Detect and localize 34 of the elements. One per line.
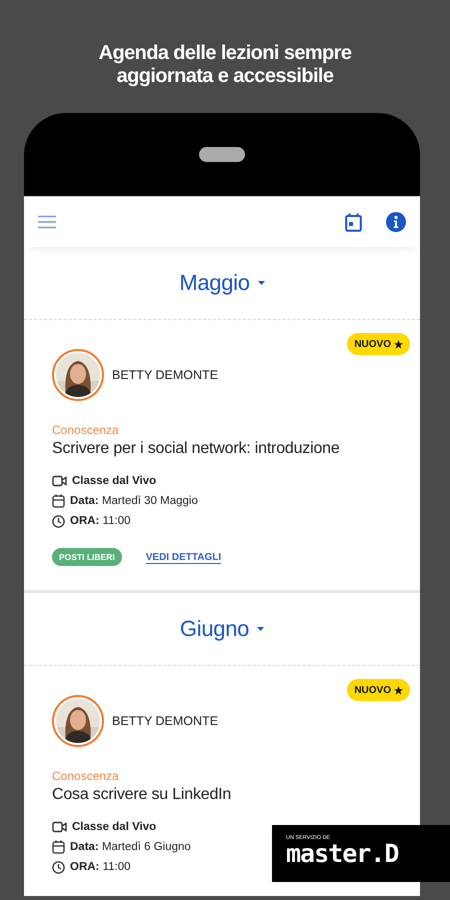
month-dropdown[interactable]: Maggio xyxy=(179,270,250,296)
logo-wordmark: master.D xyxy=(286,841,398,867)
lesson-time: ORA: 11:00 xyxy=(70,861,131,873)
lesson-date: Data: Martedì 30 Maggio xyxy=(70,495,198,507)
details-link[interactable]: VEDI DETTAGLI xyxy=(146,552,222,562)
lesson-time: ORA: 11:00 xyxy=(70,515,131,527)
star-icon xyxy=(394,340,403,348)
lesson-mode: Classe dal Vivo xyxy=(72,821,156,833)
video-camera-icon xyxy=(52,821,67,833)
availability-badge: POSTI LIBERI xyxy=(52,548,122,566)
menu-icon[interactable] xyxy=(38,215,56,229)
month-dropdown[interactable]: Giugno xyxy=(180,616,250,642)
teacher-name: BETTY DEMONTE xyxy=(112,368,218,382)
caret-icon[interactable] xyxy=(257,627,264,631)
lesson-mode: Classe dal Vivo xyxy=(72,475,156,487)
calendar-icon[interactable] xyxy=(345,212,362,232)
lesson-title: Scrivere per i social network: introduzione xyxy=(52,440,341,458)
category-label: Conoscenza xyxy=(52,769,120,783)
calendar-icon xyxy=(52,494,65,508)
new-badge: NUOVO xyxy=(347,679,410,701)
clock-icon xyxy=(52,860,65,874)
video-camera-icon xyxy=(52,475,67,487)
info-icon[interactable] xyxy=(386,212,406,232)
lesson-date: Data: Martedì 6 Giugno xyxy=(70,841,191,853)
star-icon xyxy=(394,686,403,694)
caret-icon[interactable] xyxy=(258,281,265,285)
new-badge: NUOVO xyxy=(347,333,410,355)
clock-icon xyxy=(52,514,65,528)
headline: Agenda delle lezioni sempre aggiornata e accessibile xyxy=(98,42,352,88)
teacher-name: BETTY DEMONTE xyxy=(112,714,218,728)
calendar-icon xyxy=(52,840,65,854)
speaker-slot xyxy=(199,147,245,162)
lesson-title: Cosa scrivere su LinkedIn xyxy=(52,786,232,804)
category-label: Conoscenza xyxy=(52,423,120,437)
